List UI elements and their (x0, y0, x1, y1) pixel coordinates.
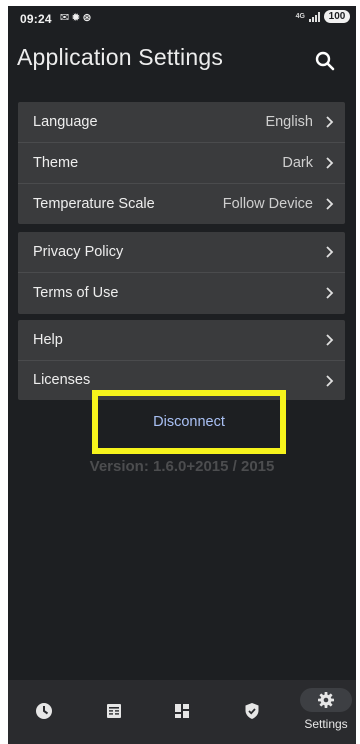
search-icon (315, 51, 335, 71)
settings-group-general: Language English Theme Dark Temperature … (18, 102, 345, 224)
network-type-icon: 4G (295, 13, 305, 20)
bottom-navigation: Settings (8, 680, 356, 744)
language-value: English (265, 114, 313, 130)
help-row[interactable]: Help (18, 320, 345, 360)
status-right: 4G 100 (296, 10, 350, 23)
app-header: Application Settings (8, 30, 356, 88)
chevron-right-icon (326, 116, 334, 128)
terms-of-use-label: Terms of Use (33, 285, 119, 301)
terms-of-use-row[interactable]: Terms of Use (18, 273, 345, 313)
version-text: Version: 1.6.0+2015 / 2015 (89, 458, 275, 475)
battery-icon: 100 (324, 10, 350, 23)
theme-value: Dark (282, 155, 313, 171)
settings-group-legal: Privacy Policy Terms of Use (18, 232, 345, 314)
disconnect-label: Disconnect (153, 414, 225, 430)
licenses-label: Licenses (33, 372, 91, 388)
temperature-scale-row[interactable]: Temperature Scale Follow Device (18, 184, 345, 224)
gear-icon (318, 692, 334, 708)
clock-icon (36, 703, 52, 719)
chevron-right-icon (326, 157, 334, 169)
language-row[interactable]: Language English (18, 102, 345, 142)
chevron-right-icon (326, 287, 334, 299)
chevron-right-icon (326, 246, 334, 258)
nav-item-schedule[interactable] (84, 680, 144, 744)
status-bar: 09:24 ✉︎✹⊛ 4G 100 (8, 6, 356, 30)
page-title: Application Settings (17, 44, 224, 70)
privacy-policy-label: Privacy Policy (33, 244, 124, 260)
settings-group-support: Help Licenses (18, 320, 345, 400)
language-label: Language (33, 114, 98, 130)
app-screen: 09:24 ✉︎✹⊛ 4G 100 Application Settings L… (8, 6, 356, 744)
theme-label: Theme (33, 155, 79, 171)
search-button[interactable] (314, 50, 336, 72)
nav-item-history[interactable] (14, 680, 74, 744)
calendar-icon (107, 704, 121, 718)
notification-icons: ✉︎✹⊛ (60, 12, 94, 24)
nav-item-dashboard[interactable] (152, 680, 212, 744)
shield-icon (245, 703, 259, 719)
temperature-scale-label: Temperature Scale (33, 196, 155, 212)
chevron-right-icon (326, 375, 334, 387)
disconnect-button[interactable]: Disconnect (92, 390, 286, 454)
dashboard-icon (175, 704, 189, 718)
nav-item-security[interactable] (222, 680, 282, 744)
chevron-right-icon (326, 198, 334, 210)
privacy-policy-row[interactable]: Privacy Policy (18, 232, 345, 272)
nav-item-settings[interactable]: Settings (296, 680, 356, 744)
status-time: 09:24 (20, 12, 52, 26)
help-label: Help (33, 332, 63, 348)
chevron-right-icon (326, 334, 334, 346)
temperature-scale-value: Follow Device (222, 196, 313, 212)
nav-label-settings: Settings (304, 717, 348, 731)
theme-row[interactable]: Theme Dark (18, 143, 345, 183)
signal-icon (309, 11, 320, 22)
